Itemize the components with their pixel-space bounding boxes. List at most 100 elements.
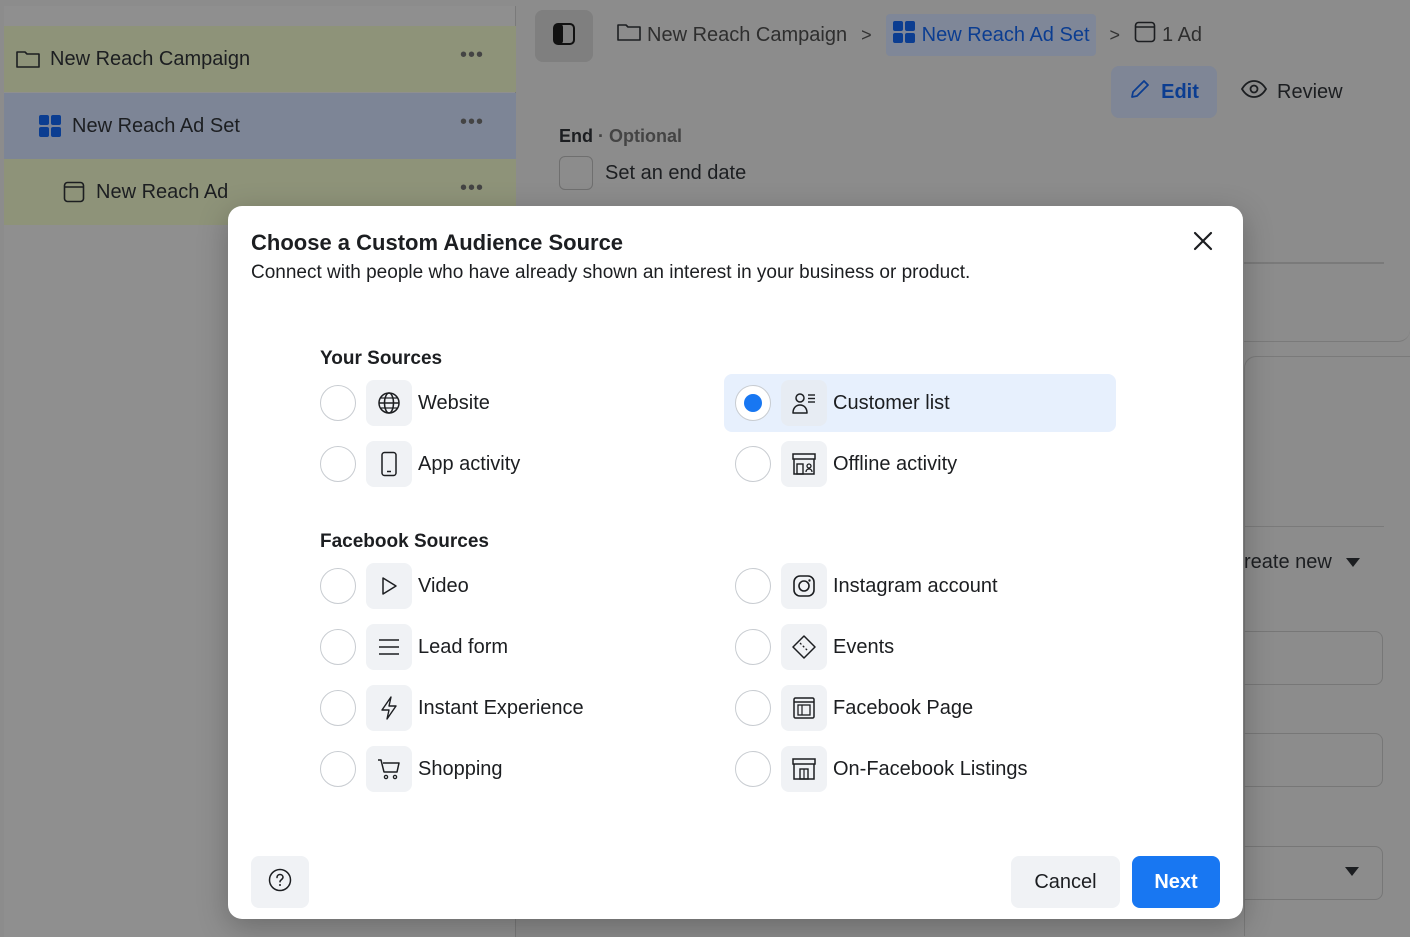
dialog-title: Choose a Custom Audience Source <box>251 230 624 255</box>
your-sources-heading: Your Sources <box>320 348 443 369</box>
source-option-customer-list[interactable]: Customer list <box>724 374 1116 432</box>
source-option-instant-experience[interactable]: Instant Experience <box>320 679 700 737</box>
breadcrumb-adset-label: New Reach Ad Set <box>921 23 1090 46</box>
source-option-facebook-page[interactable]: Facebook Page <box>735 679 1115 737</box>
option-label: Shopping <box>418 757 503 780</box>
radio-button[interactable] <box>735 690 771 726</box>
option-label: App activity <box>418 452 521 475</box>
background-select[interactable] <box>1244 846 1383 900</box>
play-icon <box>366 563 412 609</box>
option-label: Video <box>418 574 469 597</box>
background-input[interactable] <box>1244 733 1383 787</box>
source-option-shopping[interactable]: Shopping <box>320 740 700 798</box>
radio-button[interactable] <box>320 568 356 604</box>
background-card <box>1244 246 1410 342</box>
cart-icon <box>366 746 412 792</box>
edit-button[interactable]: Edit <box>1111 66 1217 118</box>
cancel-button[interactable]: Cancel <box>1011 856 1120 908</box>
caret-down-icon <box>1345 864 1359 882</box>
store-icon <box>781 441 827 487</box>
source-option-website[interactable]: Website <box>320 374 700 432</box>
source-option-on-facebook-listings[interactable]: On-Facebook Listings <box>735 740 1115 798</box>
radio-button[interactable] <box>320 446 356 482</box>
bolt-icon <box>366 685 412 731</box>
radio-button[interactable] <box>735 751 771 787</box>
radio-button[interactable] <box>735 568 771 604</box>
ad-icon <box>1134 21 1156 49</box>
ad-icon <box>62 180 86 204</box>
option-label: Customer list <box>833 391 950 414</box>
caret-down-icon <box>1345 551 1360 574</box>
grid-icon <box>38 114 62 138</box>
sidebar-item-adset[interactable]: New Reach Ad Set ••• <box>4 93 516 159</box>
edit-button-label: Edit <box>1161 80 1199 103</box>
end-date-heading: End · Optional <box>559 126 682 147</box>
optional-label: · Optional <box>598 126 683 146</box>
end-label: End <box>559 126 593 146</box>
facebook-sources-heading: Facebook Sources <box>320 531 489 552</box>
review-button[interactable]: Review <box>1240 66 1343 118</box>
source-option-lead-form[interactable]: Lead form <box>320 618 700 676</box>
more-options-icon[interactable]: ••• <box>460 177 484 200</box>
source-option-video[interactable]: Video <box>320 557 700 615</box>
chevron-right-icon: > <box>861 24 872 45</box>
breadcrumb-ad-label: 1 Ad <box>1162 23 1203 46</box>
create-new-label: reate new <box>1244 551 1332 573</box>
breadcrumb-adset[interactable]: New Reach Ad Set <box>885 14 1096 56</box>
radio-button[interactable] <box>320 751 356 787</box>
folder-icon <box>16 47 40 71</box>
source-option-app-activity[interactable]: App activity <box>320 435 700 493</box>
option-label: Offline activity <box>833 452 958 475</box>
globe-icon <box>366 380 412 426</box>
radio-button[interactable] <box>320 385 356 421</box>
customer-list-icon <box>781 380 827 426</box>
next-button[interactable]: Next <box>1132 856 1220 908</box>
radio-button[interactable] <box>320 629 356 665</box>
sidebar-toggle-button[interactable] <box>535 10 593 62</box>
sidebar-item-label: New Reach Ad <box>96 180 229 203</box>
storefront-icon <box>781 746 827 792</box>
radio-button[interactable] <box>320 690 356 726</box>
option-label: On-Facebook Listings <box>833 757 1028 780</box>
breadcrumb-ad[interactable]: 1 Ad <box>1134 21 1202 49</box>
source-option-events[interactable]: Events <box>735 618 1115 676</box>
folder-icon <box>617 22 641 48</box>
panel-toggle-icon <box>552 22 576 51</box>
help-button[interactable] <box>251 856 309 908</box>
sidebar-item-label: New Reach Ad Set <box>72 114 240 137</box>
chevron-right-icon: > <box>1109 24 1121 45</box>
lines-icon <box>366 624 412 670</box>
breadcrumb-campaign[interactable]: New Reach Campaign <box>617 22 847 48</box>
grid-icon <box>892 20 916 50</box>
radio-button[interactable] <box>735 446 771 482</box>
phone-icon <box>366 441 412 487</box>
background-input[interactable] <box>1244 631 1383 685</box>
close-button[interactable] <box>1188 228 1218 258</box>
review-button-label: Review <box>1277 80 1343 103</box>
close-icon <box>1193 231 1213 256</box>
option-label: Facebook Page <box>833 696 974 719</box>
option-label: Instant Experience <box>418 696 584 719</box>
sidebar-item-label: New Reach Campaign <box>50 47 251 70</box>
divider <box>1244 262 1384 264</box>
pencil-icon <box>1129 78 1151 106</box>
more-options-icon[interactable]: ••• <box>460 111 484 134</box>
divider <box>1244 526 1384 527</box>
more-options-icon[interactable]: ••• <box>460 44 484 67</box>
create-new-dropdown[interactable]: reate new <box>1244 551 1360 574</box>
breadcrumb-campaign-label: New Reach Campaign <box>647 23 848 46</box>
option-label: Lead form <box>418 635 509 658</box>
source-option-offline-activity[interactable]: Offline activity <box>735 435 1115 493</box>
end-date-checkbox[interactable] <box>559 156 593 190</box>
question-icon <box>268 868 292 897</box>
option-label: Instagram account <box>833 574 998 597</box>
dialog-subtitle: Connect with people who have already sho… <box>251 262 971 283</box>
ticket-icon <box>781 624 827 670</box>
radio-button[interactable] <box>735 629 771 665</box>
radio-button-selected[interactable] <box>735 385 771 421</box>
option-label: Website <box>418 391 490 414</box>
sidebar-item-campaign[interactable]: New Reach Campaign ••• <box>4 26 516 92</box>
source-option-instagram-account[interactable]: Instagram account <box>735 557 1115 615</box>
end-date-checkbox-label: Set an end date <box>605 162 747 184</box>
eye-icon <box>1240 80 1268 104</box>
